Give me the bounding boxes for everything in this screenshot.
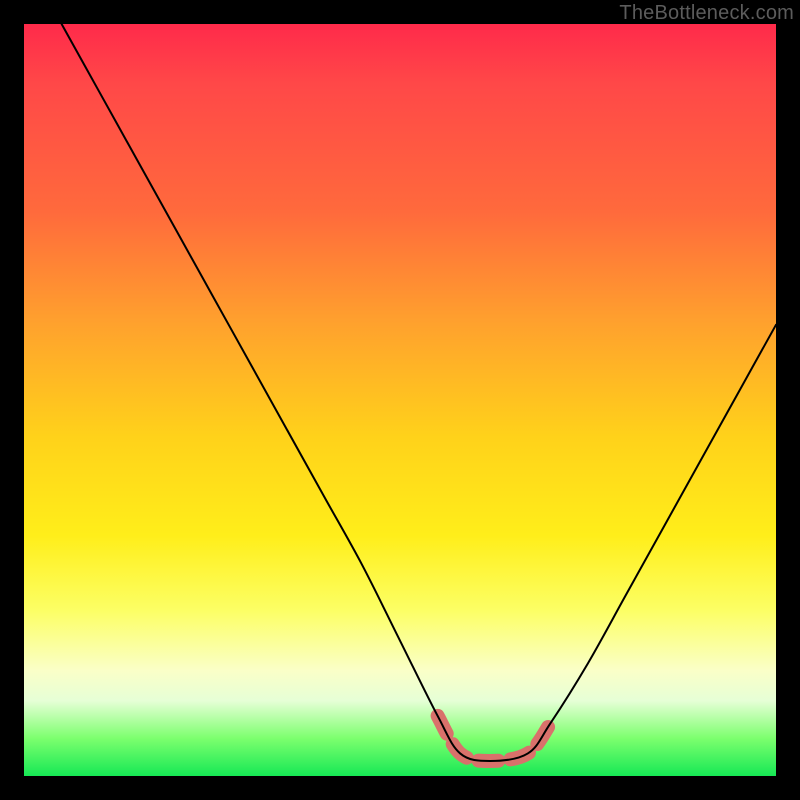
plot-area bbox=[24, 24, 776, 776]
chart-svg bbox=[24, 24, 776, 776]
chart-frame: TheBottleneck.com bbox=[0, 0, 800, 800]
bottleneck-curve bbox=[62, 24, 776, 761]
watermark-text: TheBottleneck.com bbox=[619, 2, 794, 25]
trough-highlight-band bbox=[438, 716, 551, 761]
